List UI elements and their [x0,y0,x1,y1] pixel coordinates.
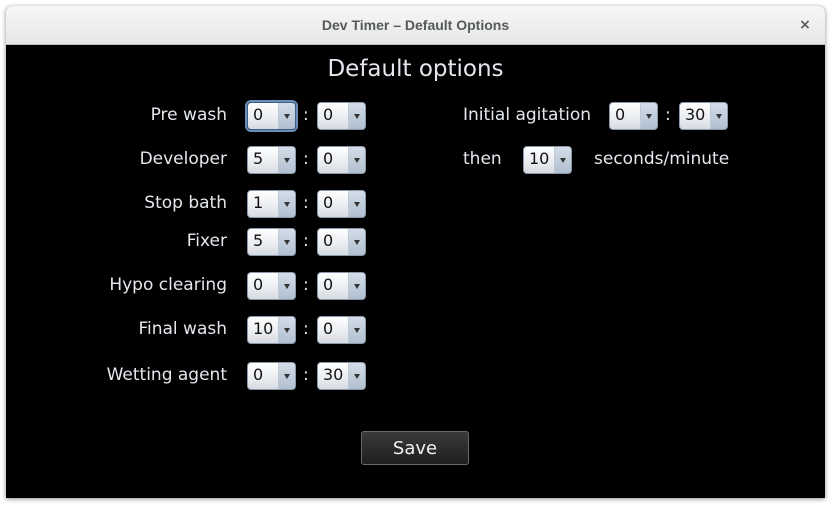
separator: : [303,149,309,169]
separator: : [303,275,309,295]
chevron-down-icon [278,317,295,343]
selected-value: 5 [253,149,264,168]
chevron-down-icon [278,229,295,255]
final-wash-seconds-select[interactable]: 0 [317,316,366,344]
window-title: Dev Timer – Default Options [321,17,510,33]
chevron-down-icon [278,363,295,389]
chevron-down-icon [640,103,657,129]
wetting-agent-minutes-select[interactable]: 0 [247,362,296,390]
chevron-down-icon [348,363,365,389]
final-wash-label: Final wash [138,319,227,339]
options-panel: Default options Pre wash 0 : 0 Developer… [6,45,825,498]
separator: : [303,193,309,213]
selected-value: 30 [685,105,706,124]
agitation-interval-select[interactable]: 10 [523,146,572,174]
page-title: Default options [327,56,504,82]
stop-bath-seconds-select[interactable]: 0 [317,190,366,218]
separator: : [303,105,309,125]
hypo-clearing-label: Hypo clearing [109,275,227,295]
chevron-down-icon [348,273,365,299]
final-wash-minutes-select[interactable]: 10 [247,316,296,344]
chevron-down-icon [348,191,365,217]
stop-bath-minutes-select[interactable]: 1 [247,190,296,218]
selected-value: 5 [253,231,264,250]
fixer-minutes-select[interactable]: 5 [247,228,296,256]
pre-wash-seconds-select[interactable]: 0 [317,102,366,130]
chevron-down-icon [278,273,295,299]
selected-value: 0 [253,365,264,384]
agitation-seconds-select[interactable]: 30 [679,102,728,130]
fixer-seconds-select[interactable]: 0 [317,228,366,256]
stop-bath-label: Stop bath [144,193,227,213]
agitation-minutes-select[interactable]: 0 [609,102,658,130]
wetting-agent-seconds-select[interactable]: 30 [317,362,366,390]
chevron-down-icon [348,103,365,129]
chevron-down-icon [710,103,727,129]
separator: : [303,365,309,385]
wetting-agent-label: Wetting agent [106,365,227,385]
selected-value: 30 [323,365,344,384]
selected-value: 0 [253,105,264,124]
pre-wash-minutes-select[interactable]: 0 [247,102,296,130]
seconds-per-minute-label: seconds/minute [594,149,730,169]
selected-value: 10 [529,149,550,168]
selected-value: 0 [323,231,334,250]
chevron-down-icon [348,229,365,255]
selected-value: 0 [323,105,334,124]
save-button[interactable]: Save [361,431,469,465]
chevron-down-icon [278,147,295,173]
separator: : [303,231,309,251]
chevron-down-icon [348,317,365,343]
then-label: then [463,149,502,169]
separator: : [665,105,671,125]
selected-value: 0 [323,319,334,338]
initial-agitation-label: Initial agitation [463,105,592,125]
chevron-down-icon [554,147,571,173]
selected-value: 0 [323,193,334,212]
hypo-clearing-minutes-select[interactable]: 0 [247,272,296,300]
chevron-down-icon [278,191,295,217]
selected-value: 0 [323,149,334,168]
selected-value: 0 [615,105,626,124]
selected-value: 10 [253,319,274,338]
chevron-down-icon [348,147,365,173]
separator: : [303,319,309,339]
selected-value: 1 [253,193,264,212]
pre-wash-label: Pre wash [150,105,227,125]
hypo-clearing-seconds-select[interactable]: 0 [317,272,366,300]
fixer-label: Fixer [186,231,227,251]
selected-value: 0 [323,275,334,294]
selected-value: 0 [253,275,264,294]
developer-minutes-select[interactable]: 5 [247,146,296,174]
developer-label: Developer [139,149,227,169]
developer-seconds-select[interactable]: 0 [317,146,366,174]
close-icon[interactable]: × [795,15,815,35]
title-bar: Dev Timer – Default Options × [6,6,825,45]
chevron-down-icon [278,103,295,129]
dialog-window: Dev Timer – Default Options × Default op… [6,6,825,498]
